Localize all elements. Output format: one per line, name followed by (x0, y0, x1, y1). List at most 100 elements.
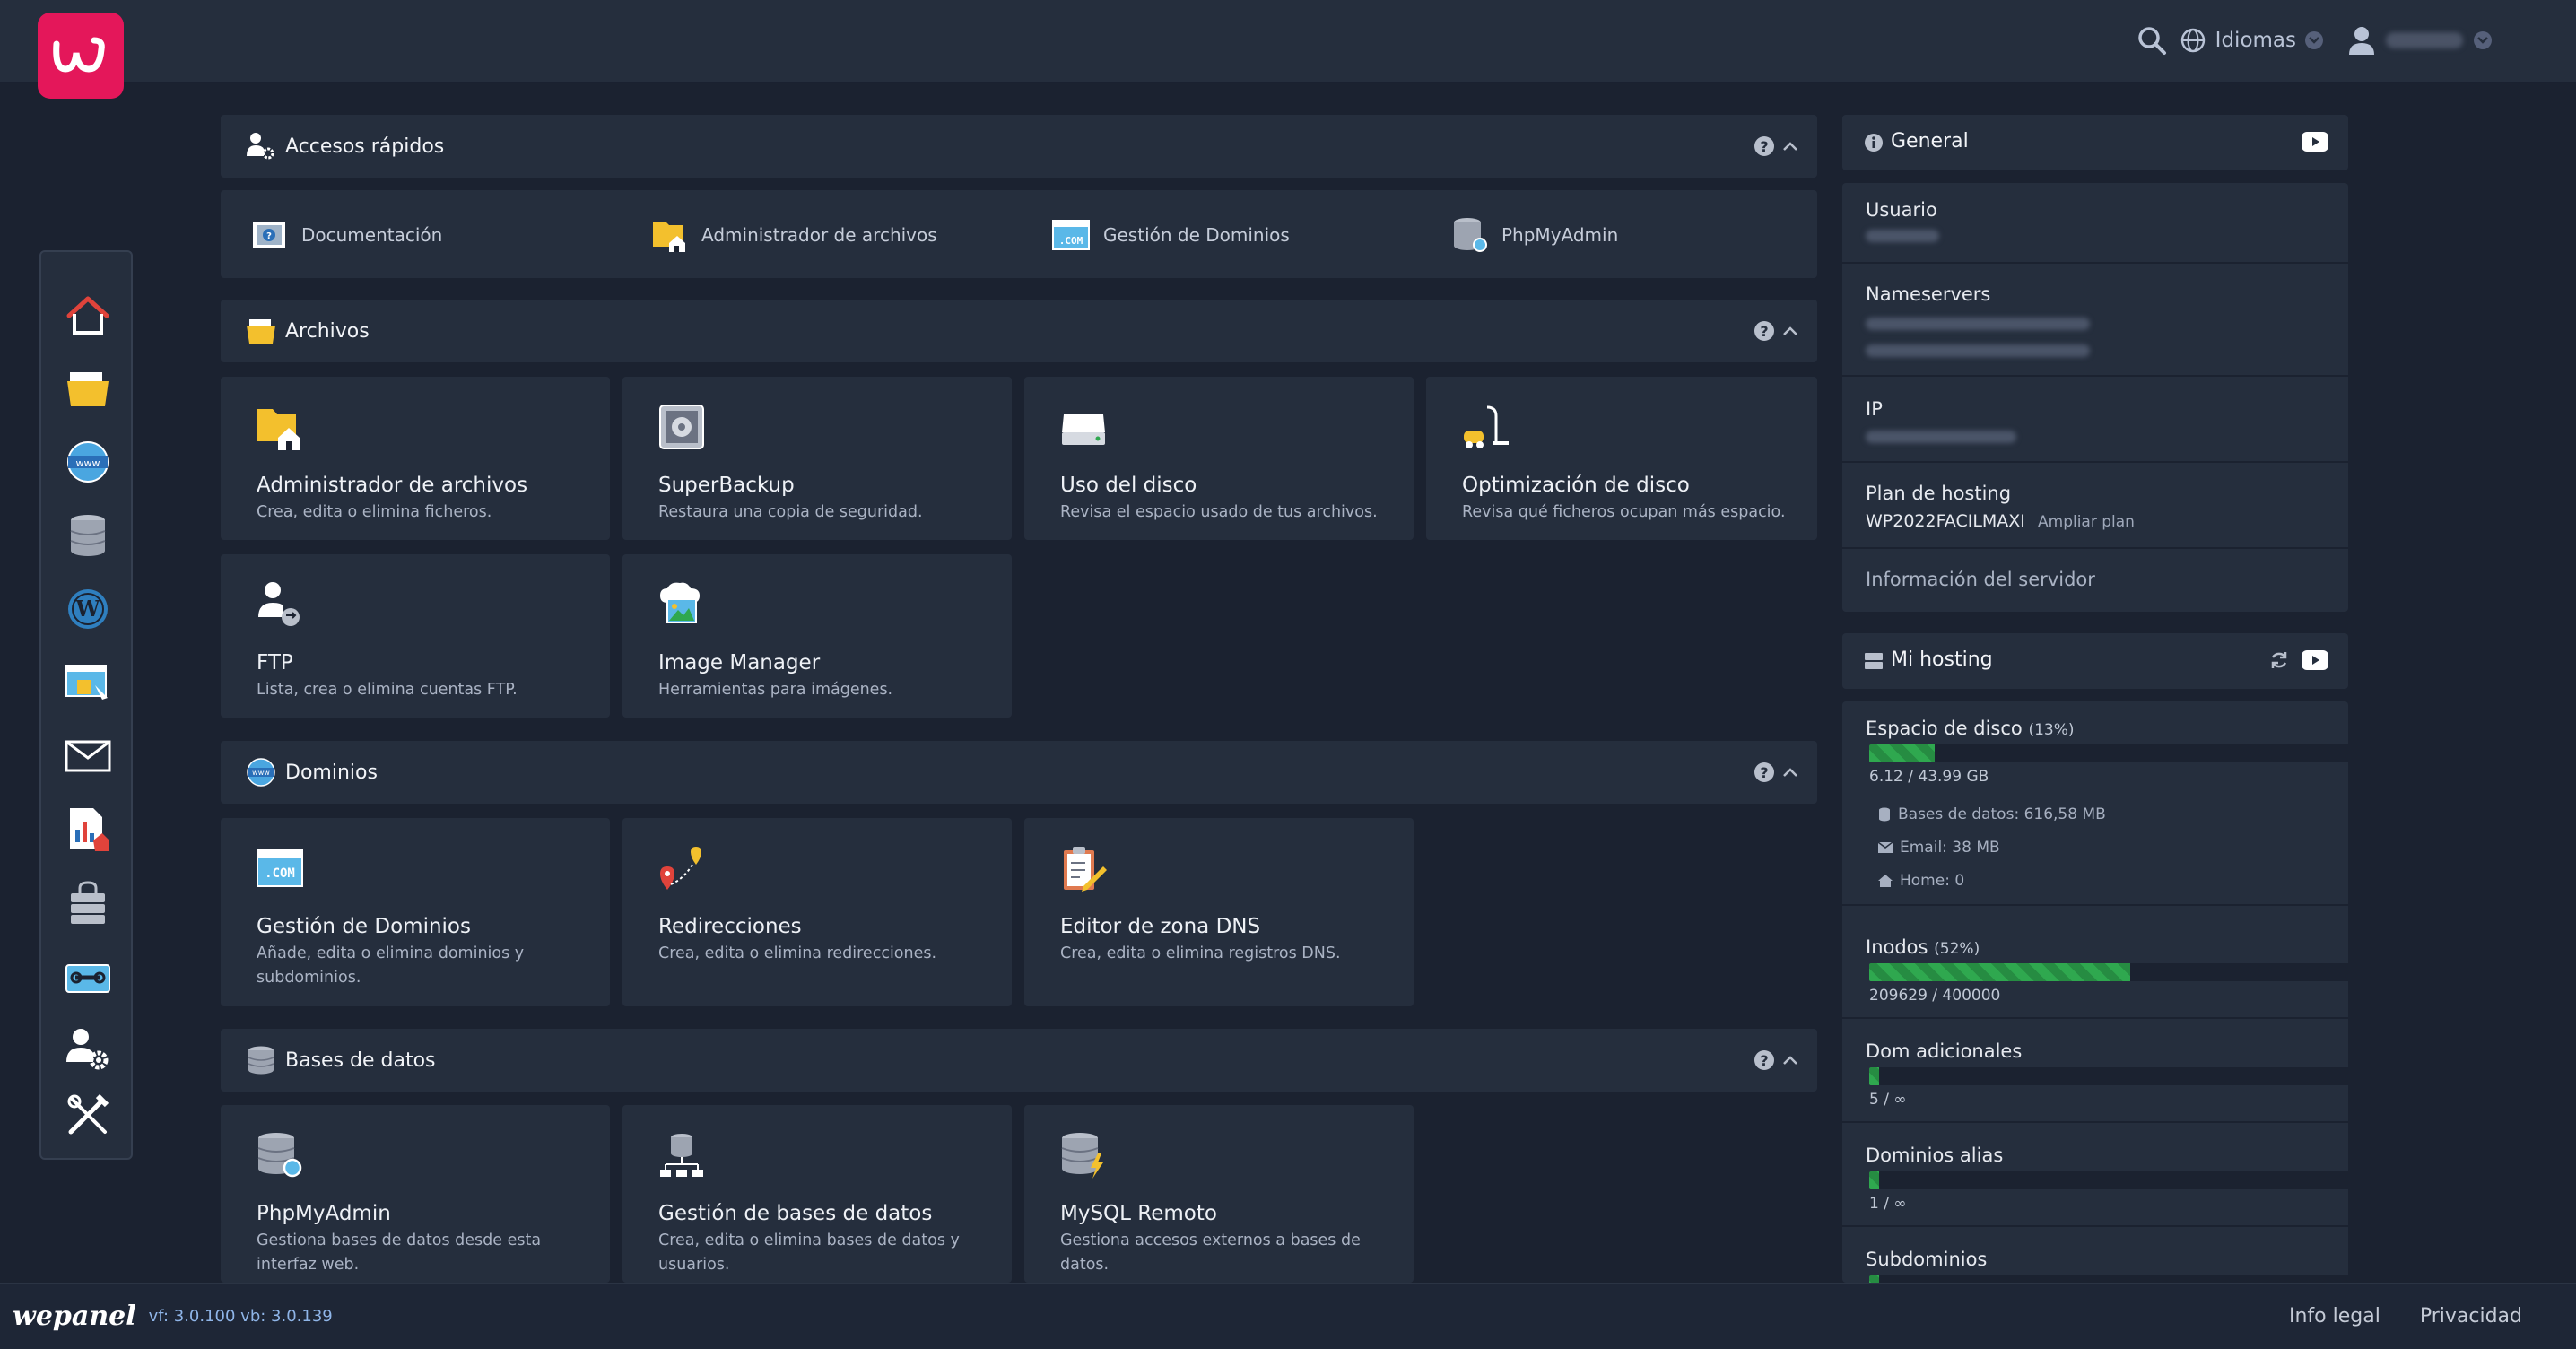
card-superbackup[interactable]: SuperBackup Restaura una copia de seguri… (622, 377, 1012, 540)
card-title: Administrador de archivos (257, 474, 528, 497)
subdomains-progress-fill (1869, 1275, 1880, 1283)
documentation-icon: ? (251, 218, 289, 252)
sidebar-item-security[interactable] (61, 876, 115, 930)
database-icon (246, 1045, 276, 1075)
card-dns-editor[interactable]: Editor de zona DNS Crea, edita o elimina… (1024, 818, 1414, 1006)
top-actions: Idiomas (2137, 20, 2492, 61)
user-gear-icon (246, 131, 276, 161)
svg-text:?: ? (266, 231, 272, 241)
quick-link-phpmyadmin[interactable]: PhpMyAdmin (1451, 215, 1618, 255)
subdomains-label: Subdominios (1866, 1249, 1988, 1270)
quick-link-file-manager[interactable]: Administrador de archivos (651, 215, 937, 255)
panel-controls: ? (1754, 300, 1797, 362)
sidebar-item-wordpress[interactable]: W (61, 582, 115, 636)
card-redirects[interactable]: Redirecciones Crea, edita o elimina redi… (622, 818, 1012, 1006)
card-image-manager[interactable]: Image Manager Herramientas para imágenes… (622, 554, 1012, 718)
server-info-link[interactable]: Información del servidor (1866, 569, 2095, 590)
wepanel-logo[interactable] (38, 13, 124, 99)
addon-domains-progress-fill (1869, 1067, 1880, 1085)
quick-link-domains[interactable]: .COM Gestión de Dominios (1051, 215, 1290, 255)
folder-icon (65, 369, 110, 408)
sidebar-item-tools[interactable] (61, 950, 115, 1004)
svg-text:www: www (252, 769, 270, 777)
divider (1842, 1121, 2348, 1123)
hosting-header: Mi hosting (1842, 633, 2348, 689)
card-description: Lista, crea o elimina cuentas FTP. (257, 681, 518, 699)
chevron-up-icon[interactable] (1783, 326, 1797, 335)
svg-text:.COM: .COM (1059, 235, 1083, 247)
disk-home-text: Home: 0 (1900, 872, 1965, 890)
sidebar-item-site-builder[interactable] (61, 656, 115, 709)
builder-icon (65, 662, 111, 703)
inodes-text: Inodos (1866, 936, 1928, 958)
upgrade-plan-link[interactable]: Ampliar plan (2038, 513, 2135, 531)
card-database-management[interactable]: Gestión de bases de datos Crea, edita o … (622, 1105, 1012, 1283)
chevron-up-icon[interactable] (1783, 142, 1797, 151)
files-header: Archivos ? (221, 300, 1817, 362)
sidebar-item-databases[interactable] (61, 509, 115, 562)
card-description: Crea, edita o elimina ficheros. (257, 503, 492, 521)
files-title: Archivos (285, 319, 370, 343)
card-description: Gestiona bases de datos desde esta inter… (257, 1232, 542, 1274)
card-description: Crea, edita o elimina registros DNS. (1060, 944, 1341, 962)
help-icon[interactable]: ? (1754, 1050, 1774, 1070)
inodes-pct: (52%) (1934, 940, 1980, 958)
map-pins-icon (657, 843, 707, 893)
legal-info-link[interactable]: Info legal (2289, 1305, 2380, 1327)
folder-home-icon (651, 216, 689, 254)
card-description: Revisa el espacio usado de tus archivos. (1060, 503, 1378, 521)
sidebar-item-domains[interactable]: www (61, 435, 115, 489)
card-mysql-remote[interactable]: MySQL Remoto Gestiona accesos externos a… (1024, 1105, 1414, 1283)
database-search-icon (1451, 216, 1489, 254)
card-description: Crea, edita o elimina redirecciones. (658, 944, 937, 962)
card-disk-optimization[interactable]: Optimización de disco Revisa qué fichero… (1426, 377, 1817, 540)
quick-link-documentation[interactable]: ? Documentación (251, 215, 442, 255)
www-globe-icon: www (246, 757, 276, 788)
panel-controls: ? (1754, 115, 1797, 178)
card-domain-management[interactable]: .COM Gestión de Dominios Añade, edita o … (221, 818, 610, 1006)
database-icon (1878, 807, 1891, 822)
card-phpmyadmin[interactable]: PhpMyAdmin Gestiona bases de datos desde… (221, 1105, 610, 1283)
card-title: Gestión de bases de datos (658, 1202, 933, 1225)
card-title: SuperBackup (658, 474, 795, 497)
disk-space-text: Espacio de disco (1866, 718, 2023, 739)
refresh-icon[interactable] (2269, 650, 2289, 670)
server-icon (1864, 651, 1884, 671)
nameserver-1-redacted (1866, 318, 2090, 330)
help-icon[interactable]: ? (1754, 762, 1774, 782)
sidebar-item-home[interactable] (61, 288, 115, 342)
video-play-icon[interactable] (2302, 650, 2328, 670)
card-disk-usage[interactable]: Uso del disco Revisa el espacio usado de… (1024, 377, 1414, 540)
help-icon[interactable]: ? (1754, 321, 1774, 341)
domains-header: www Dominios ? (221, 741, 1817, 804)
quick-link-label: PhpMyAdmin (1501, 224, 1619, 246)
hosting-body: Espacio de disco (13%) 6.12 / 43.99 GB B… (1842, 701, 2348, 1283)
search-icon[interactable] (2137, 25, 2167, 56)
help-icon[interactable]: ? (1754, 136, 1774, 156)
user-menu[interactable] (2348, 26, 2492, 55)
card-ftp[interactable]: FTP Lista, crea o elimina cuentas FTP. (221, 554, 610, 718)
info-icon (1864, 133, 1884, 152)
disk-space-pct: (13%) (2028, 721, 2075, 739)
chevron-up-icon[interactable] (1783, 1056, 1797, 1065)
card-file-manager[interactable]: Administrador de archivos Crea, edita o … (221, 377, 610, 540)
database-bolt-icon (1058, 1130, 1109, 1180)
wordpress-icon: W (65, 587, 110, 631)
chevron-up-icon[interactable] (1783, 768, 1797, 777)
divider (1842, 547, 2348, 549)
addon-domains-progress-bar (1869, 1067, 2348, 1085)
footer: wepanel vf: 3.0.100 vb: 3.0.139 Info leg… (0, 1283, 2576, 1349)
sidebar-item-files[interactable] (61, 361, 115, 415)
ip-value-redacted (1866, 431, 2016, 443)
sidebar-item-user-settings[interactable] (61, 1022, 115, 1075)
sidebar-item-advanced[interactable] (61, 1088, 115, 1142)
alias-domains-label: Dominios alias (1866, 1144, 2004, 1166)
sidebar-item-email[interactable] (61, 729, 115, 783)
image-cloud-icon (657, 579, 707, 630)
privacy-link[interactable]: Privacidad (2420, 1305, 2522, 1327)
video-play-icon[interactable] (2302, 132, 2328, 152)
sidebar-item-stats[interactable] (61, 803, 115, 857)
sidebar: www W (39, 250, 133, 1160)
language-menu[interactable]: Idiomas (2180, 27, 2323, 54)
wrench-screwdriver-icon (65, 1092, 110, 1137)
